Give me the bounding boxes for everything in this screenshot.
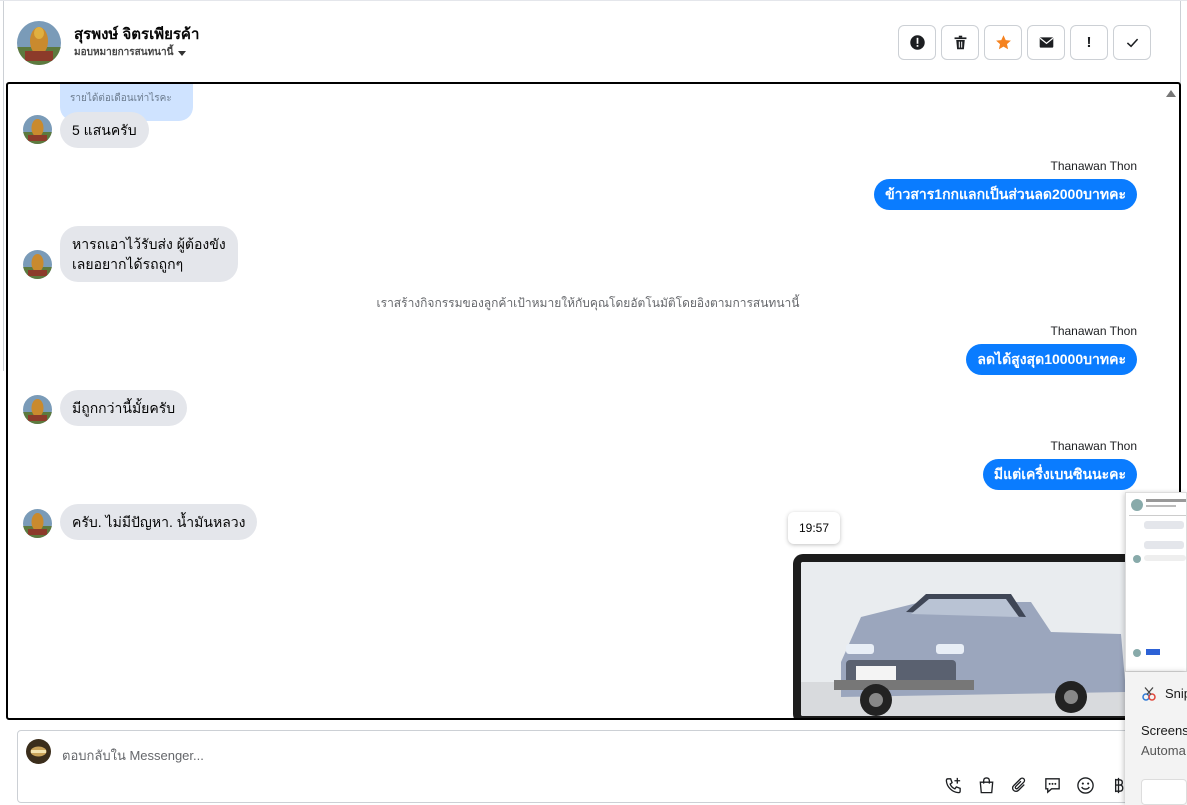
star-button[interactable] xyxy=(984,25,1022,60)
mark-spam-button[interactable] xyxy=(898,25,936,60)
reply-input[interactable]: ตอบกลับใน Messenger... xyxy=(62,745,204,766)
message-thread[interactable]: รายได้ต่อเดือนเท่าไรคะ 5 แสนครับ Thanawa… xyxy=(6,82,1181,720)
incoming-message[interactable]: 5 แสนครับ xyxy=(60,112,149,148)
truck-photo[interactable] xyxy=(801,562,1130,716)
incoming-message[interactable]: มีถูกกว่านี้มั้ยครับ xyxy=(60,390,188,426)
right-divider xyxy=(1180,1,1187,83)
snip-subtext: Automa xyxy=(1141,743,1186,758)
outgoing-message[interactable]: ข้าวสาร1กกแลกเป็นส่วนลด2000บาทคะ xyxy=(874,179,1137,210)
assign-label: มอบหมายการสนทนานี้ xyxy=(74,47,174,58)
reply-composer[interactable]: ตอบกลับใน Messenger... xyxy=(17,730,1137,803)
sender-name: Thanawan Thon xyxy=(1050,439,1137,453)
message-line: เลยอยากได้รถถูกๆ xyxy=(72,256,184,272)
incoming-message[interactable]: หารถเอาไว้รับส่ง ผู้ต้องขัง เลยอยากได้รถ… xyxy=(60,226,238,282)
page-avatar xyxy=(26,739,51,764)
sender-avatar xyxy=(23,250,52,279)
star-icon xyxy=(995,35,1011,50)
snip-text: Screens xyxy=(1141,723,1187,738)
emoji-icon[interactable] xyxy=(1075,775,1095,795)
contact-name: สุรพงษ์ จิตรเพียรค้า xyxy=(74,26,200,43)
exclamation-icon: ! xyxy=(1086,34,1092,51)
snip-thumbnail[interactable] xyxy=(1125,492,1187,672)
alert-circle-icon xyxy=(909,35,925,50)
paperclip-icon[interactable] xyxy=(1009,775,1029,795)
sender-avatar xyxy=(23,115,52,144)
chat-bubble-icon[interactable] xyxy=(1042,775,1062,795)
mark-done-button[interactable] xyxy=(1113,25,1151,60)
shopping-bag-icon[interactable] xyxy=(976,775,996,795)
sender-name: Thanawan Thon xyxy=(1050,324,1137,338)
sender-name: Thanawan Thon xyxy=(1050,159,1137,173)
phone-plus-icon[interactable] xyxy=(943,775,963,795)
photo-attachment[interactable] xyxy=(793,554,1138,718)
composer-toolbar xyxy=(943,772,1132,795)
snipping-tool-icon xyxy=(1142,687,1156,701)
system-note: เราสร้างกิจกรรมของลูกค้าเป้าหมายให้กับคุ… xyxy=(376,296,800,310)
snip-title: Snip xyxy=(1165,686,1187,701)
envelope-icon xyxy=(1039,37,1053,48)
outgoing-message[interactable]: มีแต่เครื่งเบนซินนะคะ xyxy=(982,459,1137,490)
message-line: หารถเอาไว้รับส่ง ผู้ต้องขัง xyxy=(72,236,226,252)
check-icon xyxy=(1126,38,1138,48)
time-tooltip: 19:57 xyxy=(788,512,840,544)
header-actions: ! xyxy=(898,25,1151,60)
left-divider xyxy=(0,1,4,371)
contact-avatar[interactable] xyxy=(17,21,61,65)
sender-avatar xyxy=(23,509,52,538)
conversation-header: สุรพงษ์ จิตรเพียรค้า มอบหมายการสนทนานี้ … xyxy=(0,0,1187,371)
messenger-inbox: สุรพงษ์ จิตรเพียรค้า มอบหมายการสนทนานี้ … xyxy=(0,0,1187,805)
assign-conversation-dropdown[interactable]: มอบหมายการสนทนานี้ xyxy=(74,45,187,60)
incoming-message[interactable]: ครับ. ไม่มีปัญหา. น้ำมันหลวง xyxy=(60,504,258,540)
snipping-tool-notification[interactable]: Snip Screens Automa xyxy=(1125,672,1187,805)
scroll-up-arrow-icon[interactable] xyxy=(1166,90,1176,97)
outgoing-message[interactable]: ลดได้สูงสุด10000บาทคะ xyxy=(966,344,1137,375)
mark-unread-button[interactable] xyxy=(1027,25,1065,60)
follow-up-button[interactable]: ! xyxy=(1070,25,1108,60)
trash-icon xyxy=(954,35,966,50)
sender-avatar xyxy=(23,395,52,424)
delete-button[interactable] xyxy=(941,25,979,60)
snip-action-box[interactable] xyxy=(1141,779,1187,805)
caret-down-icon xyxy=(178,50,187,56)
